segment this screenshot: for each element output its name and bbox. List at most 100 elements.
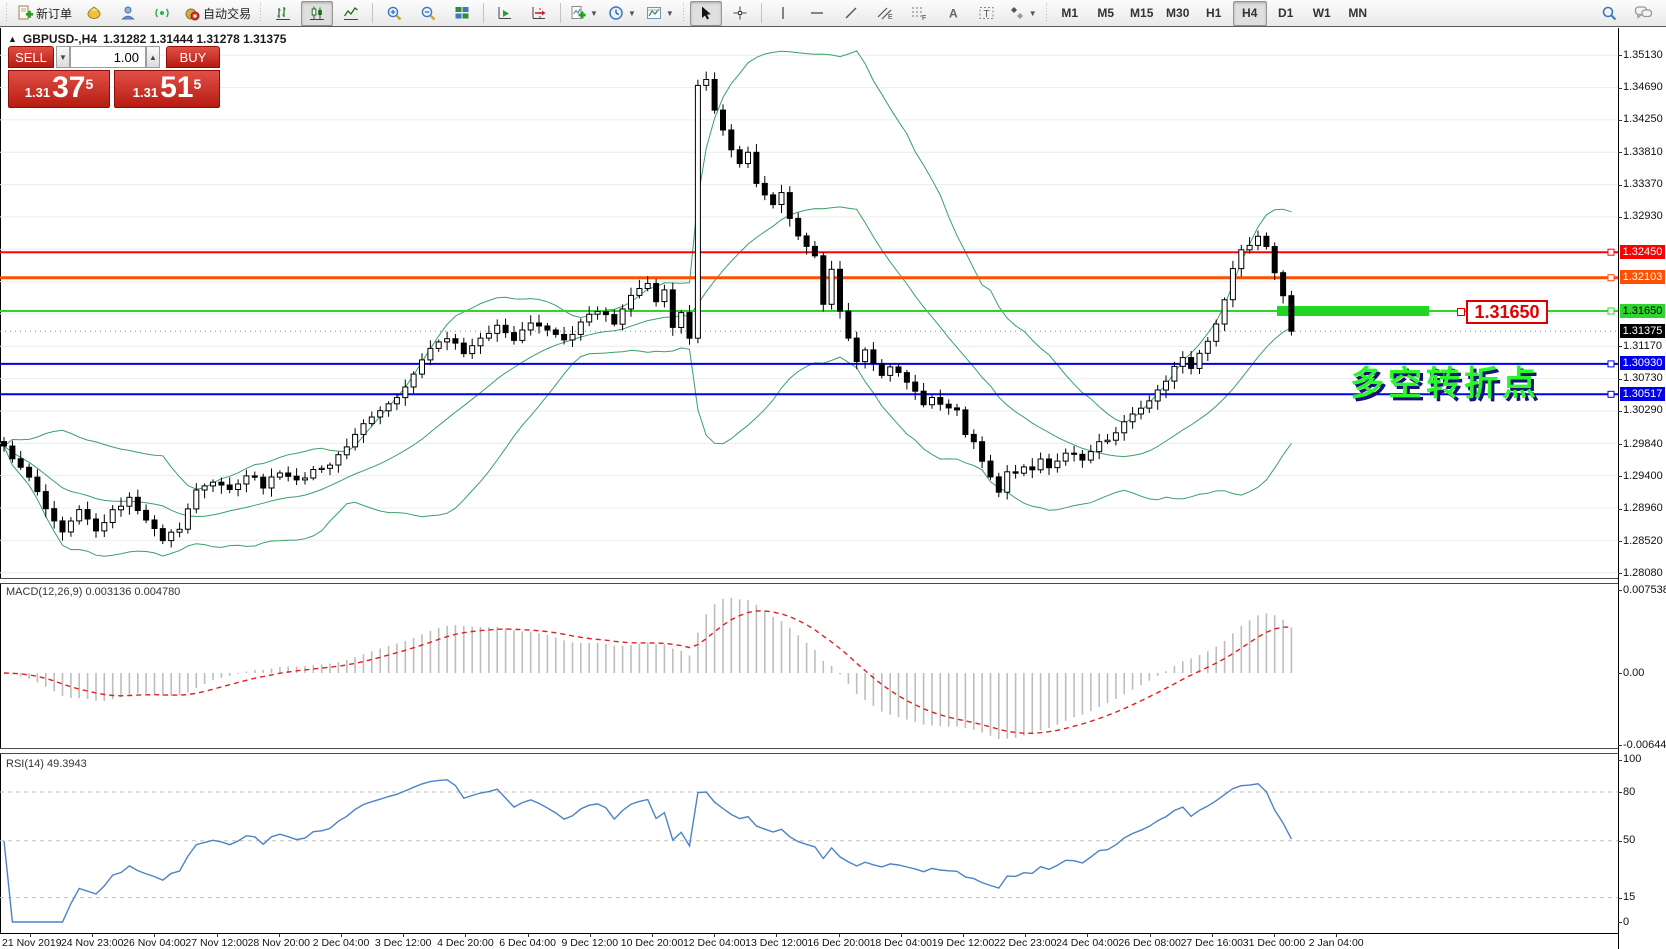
timeframe-group: M1M5M15M30H1H4D1W1MN <box>1052 1 1376 26</box>
trendline-button[interactable] <box>835 1 867 26</box>
text-label-button[interactable]: T <box>971 1 1003 26</box>
time-axis-label: 18 Dec 04:00 <box>870 937 932 949</box>
volume-input[interactable] <box>70 46 146 68</box>
chart-shift-button[interactable] <box>523 1 555 26</box>
toolbar-drag-handle[interactable] <box>1045 3 1049 23</box>
toolbar-drag-handle[interactable] <box>5 3 9 23</box>
bar-chart-button[interactable] <box>267 1 299 26</box>
signals-button[interactable] <box>146 1 178 26</box>
equidistant-channel-button[interactable]: E <box>869 1 901 26</box>
auto-trading-button[interactable]: 自动交易 <box>180 1 255 26</box>
cursor-button[interactable] <box>690 1 722 26</box>
buy-price-sup: 5 <box>193 77 201 91</box>
time-axis-label: 24 Dec 04:00 <box>1056 937 1118 949</box>
time-axis-label: 10 Dec 20:00 <box>621 937 683 949</box>
chat-button[interactable] <box>1627 1 1659 26</box>
macd-label: MACD(12,26,9) 0.003136 0.004780 <box>6 586 180 598</box>
svg-text:F: F <box>922 15 926 21</box>
text-label-icon: T <box>978 5 996 21</box>
bar-chart-icon <box>275 5 291 21</box>
callout-anchor-marker[interactable] <box>1457 308 1465 316</box>
timeframe-m5-button[interactable]: M5 <box>1089 1 1123 26</box>
sell-button[interactable]: SELL <box>8 46 54 68</box>
timeframe-mn-button[interactable]: MN <box>1341 1 1375 26</box>
timeframe-d1-button[interactable]: D1 <box>1269 1 1303 26</box>
zoom-out-icon <box>420 5 437 22</box>
crosshair-button[interactable] <box>724 1 756 26</box>
toolbar-drag-handle[interactable] <box>259 3 263 23</box>
tile-windows-button[interactable] <box>446 1 478 26</box>
periods-button[interactable]: ▼ <box>604 1 640 26</box>
rsi-axis-label: 0 <box>1623 916 1629 928</box>
search-button[interactable] <box>1593 1 1625 26</box>
crosshair-icon <box>732 5 748 21</box>
deposit-button[interactable] <box>78 1 110 26</box>
zoom-in-button[interactable] <box>378 1 410 26</box>
price-axis-label: 1.28520 <box>1623 535 1663 547</box>
mt4-window: 新订单 自动交易 <box>0 0 1666 949</box>
new-order-button[interactable]: 新订单 <box>13 1 76 26</box>
price-line-label[interactable]: 1.31650 <box>1620 304 1665 318</box>
macd-chart-canvas[interactable] <box>0 584 1618 748</box>
text-button[interactable]: A <box>937 1 969 26</box>
candlestick-chart-button[interactable] <box>301 1 333 26</box>
rsi-axis-tick <box>1618 898 1622 899</box>
new-order-icon <box>17 5 33 21</box>
triangle-down-icon: ▼ <box>59 53 67 62</box>
chinese-annotation[interactable]: 多空转折点 <box>1350 356 1540 405</box>
timeframe-h4-button[interactable]: H4 <box>1233 1 1267 26</box>
volume-increase-button[interactable]: ▲ <box>146 46 160 68</box>
auto-scroll-button[interactable] <box>489 1 521 26</box>
volume-decrease-button[interactable]: ▼ <box>56 46 70 68</box>
price-line-label[interactable]: 1.30517 <box>1620 387 1665 401</box>
zoom-in-icon <box>386 5 403 22</box>
timeframe-h1-button[interactable]: H1 <box>1197 1 1231 26</box>
timeframe-m15-button[interactable]: M15 <box>1125 1 1159 26</box>
profile-icon <box>120 5 136 21</box>
fibonacci-button[interactable]: F <box>903 1 935 26</box>
macd-axis-label: 0.00 <box>1623 667 1644 679</box>
line-chart-button[interactable] <box>335 1 367 26</box>
signal-icon <box>154 5 170 21</box>
price-axis-label: 1.31170 <box>1623 340 1662 352</box>
rsi-axis-label: 50 <box>1623 834 1635 846</box>
rsi-chart-canvas[interactable] <box>0 754 1618 933</box>
macd-axis-tick <box>1618 745 1622 746</box>
price-line-label[interactable]: 1.30930 <box>1620 356 1665 370</box>
horizontal-line-button[interactable] <box>801 1 833 26</box>
price-axis-label: 1.34690 <box>1623 81 1663 93</box>
arrows-button[interactable]: ▼ <box>1005 1 1041 26</box>
sell-price-button[interactable]: 1.31 37 5 <box>8 70 110 108</box>
time-axis-label: 2 Dec 04:00 <box>313 937 370 949</box>
zoom-out-button[interactable] <box>412 1 444 26</box>
price-line-label[interactable]: 1.32450 <box>1620 245 1665 259</box>
buy-price-button[interactable]: 1.31 51 5 <box>114 70 220 108</box>
price-axis-tick <box>1618 444 1622 445</box>
price-callout-label[interactable]: 1.31650 <box>1466 300 1548 324</box>
vertical-line-button[interactable] <box>767 1 799 26</box>
price-line-label[interactable]: 1.31375 <box>1620 324 1665 338</box>
macd-axis-tick <box>1618 673 1622 674</box>
collapse-panel-icon[interactable]: ▲ <box>8 34 17 44</box>
templates-button[interactable]: ▼ <box>642 1 678 26</box>
price-axis-tick <box>1618 346 1622 347</box>
time-axis-label: 27 Nov 12:00 <box>185 937 247 949</box>
price-line-label[interactable]: 1.32103 <box>1620 270 1665 284</box>
toolbar-drag-handle[interactable] <box>682 3 686 23</box>
timeframe-w1-button[interactable]: W1 <box>1305 1 1339 26</box>
market-depth-button[interactable] <box>112 1 144 26</box>
price-axis-tick <box>1618 217 1622 218</box>
price-axis-label: 1.30290 <box>1623 404 1663 416</box>
buy-button[interactable]: BUY <box>166 46 220 68</box>
indicators-button[interactable]: ▼ <box>566 1 602 26</box>
sell-price-big: 37 <box>52 73 85 103</box>
chart-ohlc-quotes: 1.31282 1.31444 1.31278 1.31375 <box>103 32 287 46</box>
timeframe-m30-button[interactable]: M30 <box>1161 1 1195 26</box>
price-chart-canvas[interactable] <box>0 28 1618 578</box>
toolbar: 新订单 自动交易 <box>0 0 1666 27</box>
price-axis-tick <box>1618 152 1622 153</box>
chevron-down-icon: ▼ <box>590 9 598 18</box>
timeframe-m1-button[interactable]: M1 <box>1053 1 1087 26</box>
price-axis-tick <box>1618 411 1622 412</box>
line-chart-icon <box>343 5 359 21</box>
